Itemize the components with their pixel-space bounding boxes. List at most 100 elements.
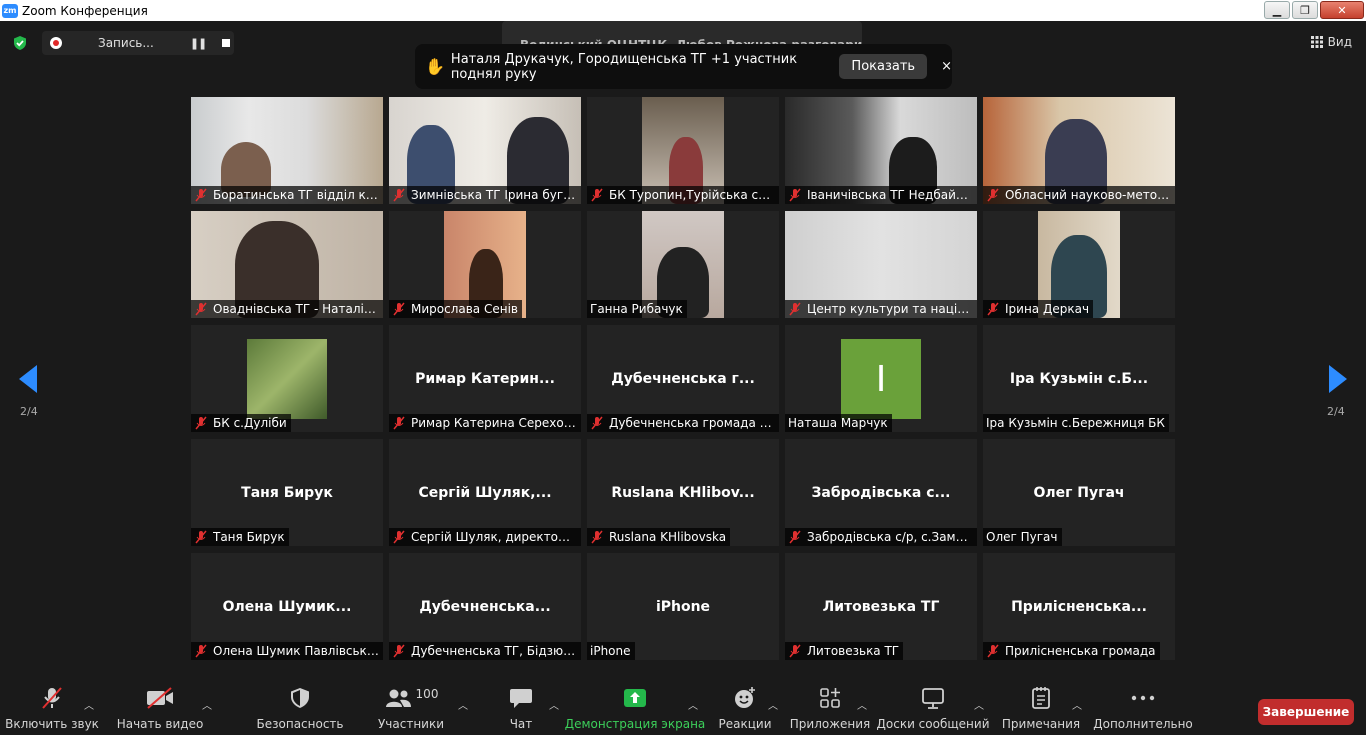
- muted-mic-icon: [393, 530, 405, 544]
- share-options-caret-icon[interactable]: ︿: [688, 697, 698, 712]
- notes-label: Примечания: [1001, 717, 1081, 731]
- participant-tile[interactable]: Прилісненська... Прилісненська громада: [983, 553, 1175, 660]
- stop-recording-icon[interactable]: [222, 39, 231, 47]
- participant-tile[interactable]: БК с.Дуліби: [191, 325, 383, 432]
- participant-tile[interactable]: Таня Бирук Таня Бирук: [191, 439, 383, 546]
- whiteboards-button[interactable]: Доски сообщений: [877, 683, 990, 735]
- participant-tile[interactable]: Забродівська с... Забродівська с/р, с.За…: [785, 439, 977, 546]
- participant-tile[interactable]: I Наташа Марчук: [785, 325, 977, 432]
- participant-tile[interactable]: Литовезька ТГ Литовезька ТГ: [785, 553, 977, 660]
- participant-tile[interactable]: Оваднівська ТГ - Наталія ...: [191, 211, 383, 318]
- share-screen-button[interactable]: Демонстрация экрана: [565, 683, 705, 735]
- participant-name-label: Ruslana KHlibovska: [587, 528, 731, 546]
- participant-tile[interactable]: Римар Катерин... Римар Катерина Серехов.…: [389, 325, 581, 432]
- participant-display-name: Таня Бирук: [241, 485, 333, 501]
- audio-options-caret-icon[interactable]: ︿: [84, 697, 94, 712]
- muted-mic-icon: [987, 188, 999, 202]
- participant-tile[interactable]: Центр культури та націон...: [785, 211, 977, 318]
- participant-tile[interactable]: iPhone iPhone: [587, 553, 779, 660]
- muted-mic-icon: [393, 416, 405, 430]
- participant-tile[interactable]: Зимнівська ТГ Ірина бугай...: [389, 97, 581, 204]
- participant-name-label: Дубечненська громада БК...: [587, 414, 779, 432]
- view-label: Вид: [1327, 35, 1352, 49]
- show-raised-hands-button[interactable]: Показать: [839, 54, 928, 79]
- participant-name-label: Іваничівська ТГ Недбайло...: [785, 186, 977, 204]
- participant-tile[interactable]: Іра Кузьмін с.Б... Іра Кузьмін с.Бережни…: [983, 325, 1175, 432]
- participant-tile[interactable]: Ruslana KHlibov... Ruslana KHlibovska: [587, 439, 779, 546]
- participant-tile[interactable]: Обласний науково-метод...: [983, 97, 1175, 204]
- previous-page-arrow-icon[interactable]: [19, 365, 37, 393]
- unmute-audio-button[interactable]: Включить звук: [5, 683, 99, 735]
- minimize-button[interactable]: ▁: [1264, 1, 1290, 19]
- share-screen-icon: [624, 689, 646, 707]
- participants-button[interactable]: 100 Участники: [378, 683, 444, 735]
- participant-display-name: Прилісненська...: [1011, 599, 1147, 615]
- participant-name-label: Прилісненська громада: [983, 642, 1160, 660]
- participant-tile[interactable]: Олена Шумик... Олена Шумик Павлівська ..…: [191, 553, 383, 660]
- page-indicator-right: 2/4: [1327, 405, 1345, 418]
- participant-name-label: Литовезька ТГ: [785, 642, 904, 660]
- participant-tile[interactable]: Дубечненська г... Дубечненська громада Б…: [587, 325, 779, 432]
- participant-tile[interactable]: Дубечненська... Дубечненська ТГ, Бідзюра…: [389, 553, 581, 660]
- participant-tile[interactable]: Сергій Шуляк,... Сергій Шуляк, директор …: [389, 439, 581, 546]
- pause-recording-icon[interactable]: ❚❚: [190, 37, 207, 50]
- maximize-button[interactable]: ❐: [1292, 1, 1318, 19]
- recording-dot-icon: [50, 37, 62, 49]
- participants-options-caret-icon[interactable]: ︿: [458, 697, 468, 712]
- muted-microphone-icon: [42, 687, 62, 709]
- window-title: Zoom Конференция: [22, 3, 148, 18]
- muted-mic-icon: [789, 302, 801, 316]
- participant-tile[interactable]: Ірина Деркач: [983, 211, 1175, 318]
- muted-mic-icon: [195, 530, 207, 544]
- participant-display-name: Дубечненська г...: [611, 371, 755, 387]
- more-button[interactable]: Дополнительно: [1093, 683, 1193, 735]
- participant-name-label: Таня Бирук: [191, 528, 289, 546]
- participant-name-label: Обласний науково-метод...: [983, 186, 1175, 204]
- notes-button[interactable]: Примечания: [1002, 683, 1080, 735]
- security-shield-icon: [291, 688, 309, 708]
- participant-tile[interactable]: Боратинська ТГ відділ кул...: [191, 97, 383, 204]
- apps-options-caret-icon[interactable]: ︿: [857, 697, 867, 712]
- participant-display-name: Ruslana KHlibov...: [611, 485, 755, 501]
- participant-tile[interactable]: Мирослава Сенів: [389, 211, 581, 318]
- whiteboard-icon: [922, 688, 944, 709]
- muted-mic-icon: [195, 188, 207, 202]
- muted-mic-icon: [195, 302, 207, 316]
- chat-bubble-icon: [510, 689, 532, 708]
- participant-avatar-photo: [247, 339, 327, 419]
- participant-name-label: Ганна Рибачук: [587, 300, 687, 318]
- chat-options-caret-icon[interactable]: ︿: [549, 697, 559, 712]
- next-page-arrow-icon[interactable]: [1329, 365, 1347, 393]
- muted-mic-icon: [987, 644, 999, 658]
- start-video-button[interactable]: Начать видео: [117, 683, 203, 735]
- reactions-button[interactable]: Реакции: [719, 683, 772, 735]
- video-options-caret-icon[interactable]: ︿: [202, 697, 212, 712]
- whiteboards-label: Доски сообщений: [876, 717, 990, 731]
- view-button[interactable]: Вид: [1310, 35, 1352, 49]
- zoom-app-icon: zm: [2, 3, 18, 18]
- participant-tile[interactable]: БК Туропин,Турійська сел...: [587, 97, 779, 204]
- close-window-button[interactable]: ✕: [1320, 1, 1364, 19]
- participants-label: Участники: [377, 717, 445, 731]
- muted-mic-icon: [789, 530, 801, 544]
- notes-options-caret-icon[interactable]: ︿: [1072, 697, 1082, 712]
- participant-tile[interactable]: Іваничівська ТГ Недбайло...: [785, 97, 977, 204]
- reactions-options-caret-icon[interactable]: ︿: [768, 697, 778, 712]
- grid-view-icon: [1310, 36, 1323, 48]
- whiteboards-options-caret-icon[interactable]: ︿: [974, 697, 984, 712]
- participant-name-label: Ірина Деркач: [983, 300, 1094, 318]
- participant-display-name: Дубечненська...: [419, 599, 551, 615]
- participant-name-label: БК Туропин,Турійська сел...: [587, 186, 779, 204]
- participant-tile[interactable]: Ганна Рибачук: [587, 211, 779, 318]
- chat-button[interactable]: Чат: [504, 683, 538, 735]
- dismiss-notification-button[interactable]: ×: [941, 59, 952, 74]
- meeting-toolbar: Включить звук ︿ Начать видео ︿ Безопасно…: [0, 683, 1366, 735]
- participant-tile[interactable]: Олег Пугач Олег Пугач: [983, 439, 1175, 546]
- participant-display-name: Литовезька ТГ: [822, 599, 940, 615]
- security-button[interactable]: Безопасность: [257, 683, 344, 735]
- participant-initial-avatar: I: [841, 339, 921, 419]
- participant-name-label: Олег Пугач: [983, 528, 1062, 546]
- muted-mic-icon: [789, 644, 801, 658]
- end-meeting-button[interactable]: Завершение: [1258, 699, 1354, 725]
- encryption-shield-icon[interactable]: [12, 35, 28, 51]
